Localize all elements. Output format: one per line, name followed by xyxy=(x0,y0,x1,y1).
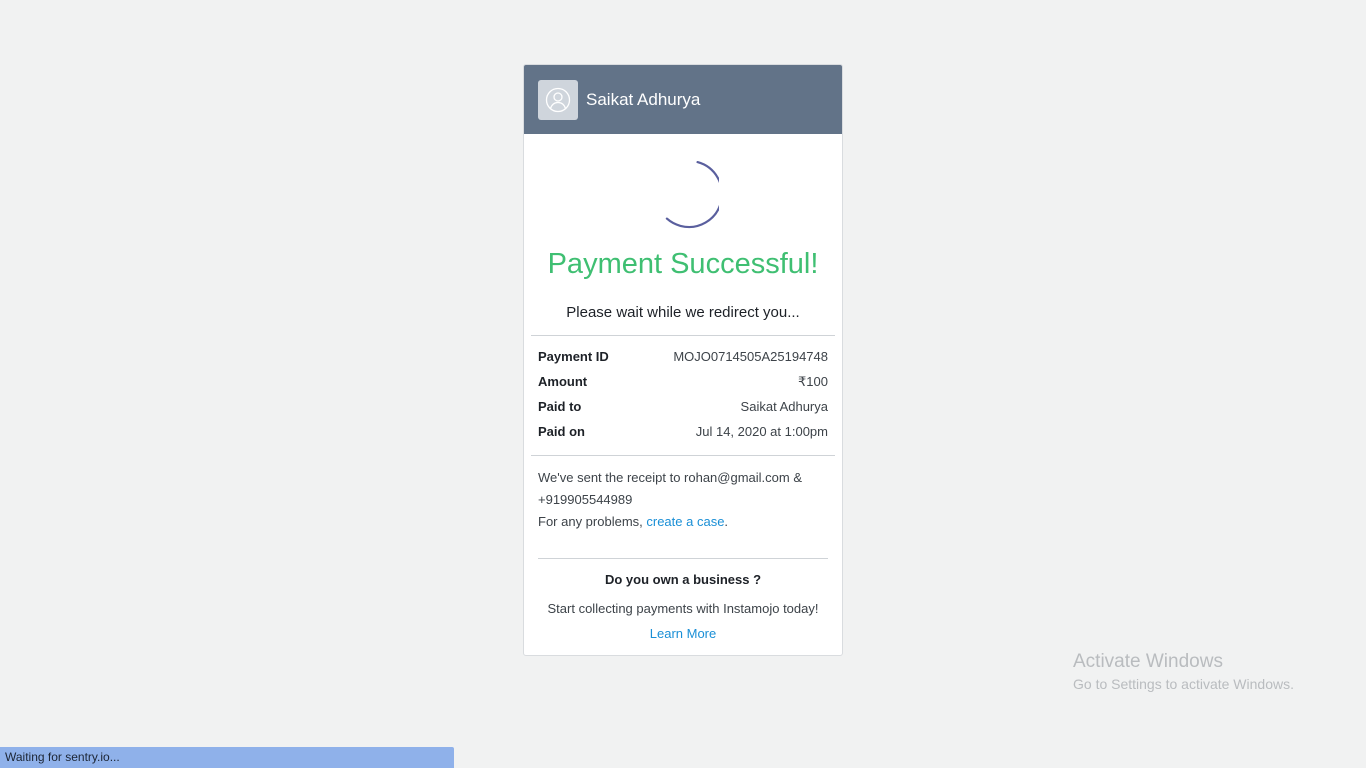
watermark-title: Activate Windows xyxy=(1073,651,1223,672)
detail-value: MOJO0714505A25194748 xyxy=(673,349,828,364)
create-case-link[interactable]: create a case xyxy=(646,514,724,529)
detail-value: Jul 14, 2020 at 1:00pm xyxy=(695,424,828,439)
payment-card: Saikat Adhurya Payment Successful! Pleas… xyxy=(523,64,843,656)
detail-label: Paid on xyxy=(538,424,585,439)
detail-label: Payment ID xyxy=(538,349,609,364)
detail-row-paid-on: Paid on Jul 14, 2020 at 1:00pm xyxy=(538,422,828,447)
detail-row-paid-to: Paid to Saikat Adhurya xyxy=(538,397,828,422)
watermark-subtitle: Go to Settings to activate Windows. xyxy=(1073,676,1294,692)
problems-suffix: . xyxy=(724,514,729,529)
card-header: Saikat Adhurya xyxy=(524,65,842,134)
user-avatar-icon xyxy=(538,79,578,120)
detail-label: Amount xyxy=(538,374,588,389)
problems-line: For any problems, create a case. xyxy=(538,511,828,533)
problems-prefix: For any problems, xyxy=(538,514,647,529)
loading-spinner-icon xyxy=(665,161,719,229)
detail-row-payment-id: Payment ID MOJO0714505A25194748 xyxy=(538,347,828,372)
detail-value: Saikat Adhurya xyxy=(740,399,828,414)
receipt-sent-text: We've sent the receipt to rohan@gmail.co… xyxy=(538,470,803,507)
receipt-info: We've sent the receipt to rohan@gmail.co… xyxy=(524,456,842,533)
detail-row-amount: Amount ₹100 xyxy=(538,372,828,397)
payment-details: Payment ID MOJO0714505A25194748 Amount ₹… xyxy=(524,336,842,455)
business-pitch: Start collecting payments with Instamojo… xyxy=(547,601,819,616)
business-promo: Do you own a business ? Start collecting… xyxy=(524,559,842,644)
browser-status-bar: Waiting for sentry.io... xyxy=(0,747,454,768)
detail-label: Paid to xyxy=(538,399,582,414)
activate-windows-watermark: Activate Windows Go to Settings to activ… xyxy=(1073,650,1294,692)
detail-value: ₹100 xyxy=(798,374,828,389)
redirect-message: Please wait while we redirect you... xyxy=(566,304,800,321)
seller-name: Saikat Adhurya xyxy=(586,89,701,109)
business-question: Do you own a business ? xyxy=(604,572,762,587)
payment-success-title: Payment Successful! xyxy=(547,248,819,280)
learn-more-link[interactable]: Learn More xyxy=(650,624,716,644)
spinner-area xyxy=(524,134,842,244)
